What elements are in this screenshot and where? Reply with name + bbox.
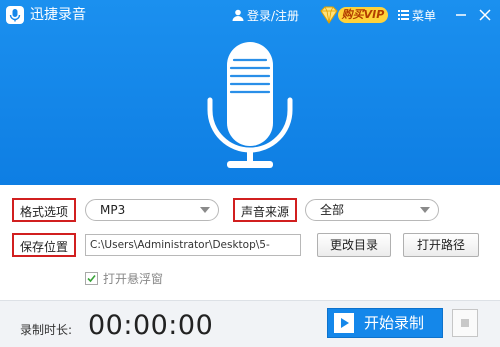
float-window-label: 打开悬浮窗 [103, 271, 164, 286]
menu-label: 菜单 [412, 8, 437, 23]
open-path-button[interactable]: 打开路径 [403, 233, 479, 257]
start-recording-button[interactable]: 开始录制 [327, 308, 443, 338]
format-select[interactable]: MP3 [85, 199, 219, 221]
chevron-down-icon [420, 207, 430, 213]
app-logo-icon [6, 6, 24, 24]
login-register-label: 登录/注册 [247, 8, 300, 23]
user-icon [232, 9, 244, 21]
start-recording-label: 开始录制 [364, 314, 425, 332]
buy-vip-label: 购买VIP [338, 7, 388, 23]
buy-vip-button[interactable]: 购买VIP [318, 6, 390, 24]
diamond-icon [320, 6, 338, 24]
header-panel: 迅捷录音 登录/注册 购买VIP 菜单 [0, 0, 500, 185]
checkmark-icon [87, 274, 96, 282]
float-window-checkbox[interactable] [85, 271, 98, 285]
menu-icon [398, 10, 409, 20]
stop-button[interactable] [452, 309, 478, 337]
sound-source-value: 全部 [320, 203, 345, 217]
microphone-icon [207, 42, 293, 168]
menu-button[interactable]: 菜单 [398, 7, 436, 23]
stop-icon [461, 319, 469, 327]
format-option-label: 格式选项 [12, 198, 77, 222]
login-register-link[interactable]: 登录/注册 [232, 7, 299, 23]
play-icon-box [334, 313, 354, 333]
float-window-toggle[interactable]: 打开悬浮窗 [85, 270, 163, 286]
recording-timer: 00:00:00 [88, 310, 214, 341]
change-directory-button[interactable]: 更改目录 [317, 233, 391, 257]
close-icon[interactable] [478, 8, 492, 22]
chevron-down-icon [200, 207, 210, 213]
title-bar[interactable]: 迅捷录音 登录/注册 购买VIP 菜单 [0, 0, 500, 30]
save-location-label: 保存位置 [12, 233, 77, 257]
sound-source-select[interactable]: 全部 [305, 199, 439, 221]
app-title: 迅捷录音 [30, 7, 86, 23]
footer-bar: 录制时长: 00:00:00 开始录制 [0, 300, 500, 347]
format-select-value: MP3 [100, 203, 126, 217]
minimize-icon[interactable] [454, 8, 468, 22]
duration-label: 录制时长: [20, 323, 73, 337]
play-icon [341, 318, 349, 328]
save-path-field[interactable]: C:\Users\Administrator\Desktop\5- [85, 234, 301, 256]
sound-source-label: 声音来源 [233, 198, 298, 222]
